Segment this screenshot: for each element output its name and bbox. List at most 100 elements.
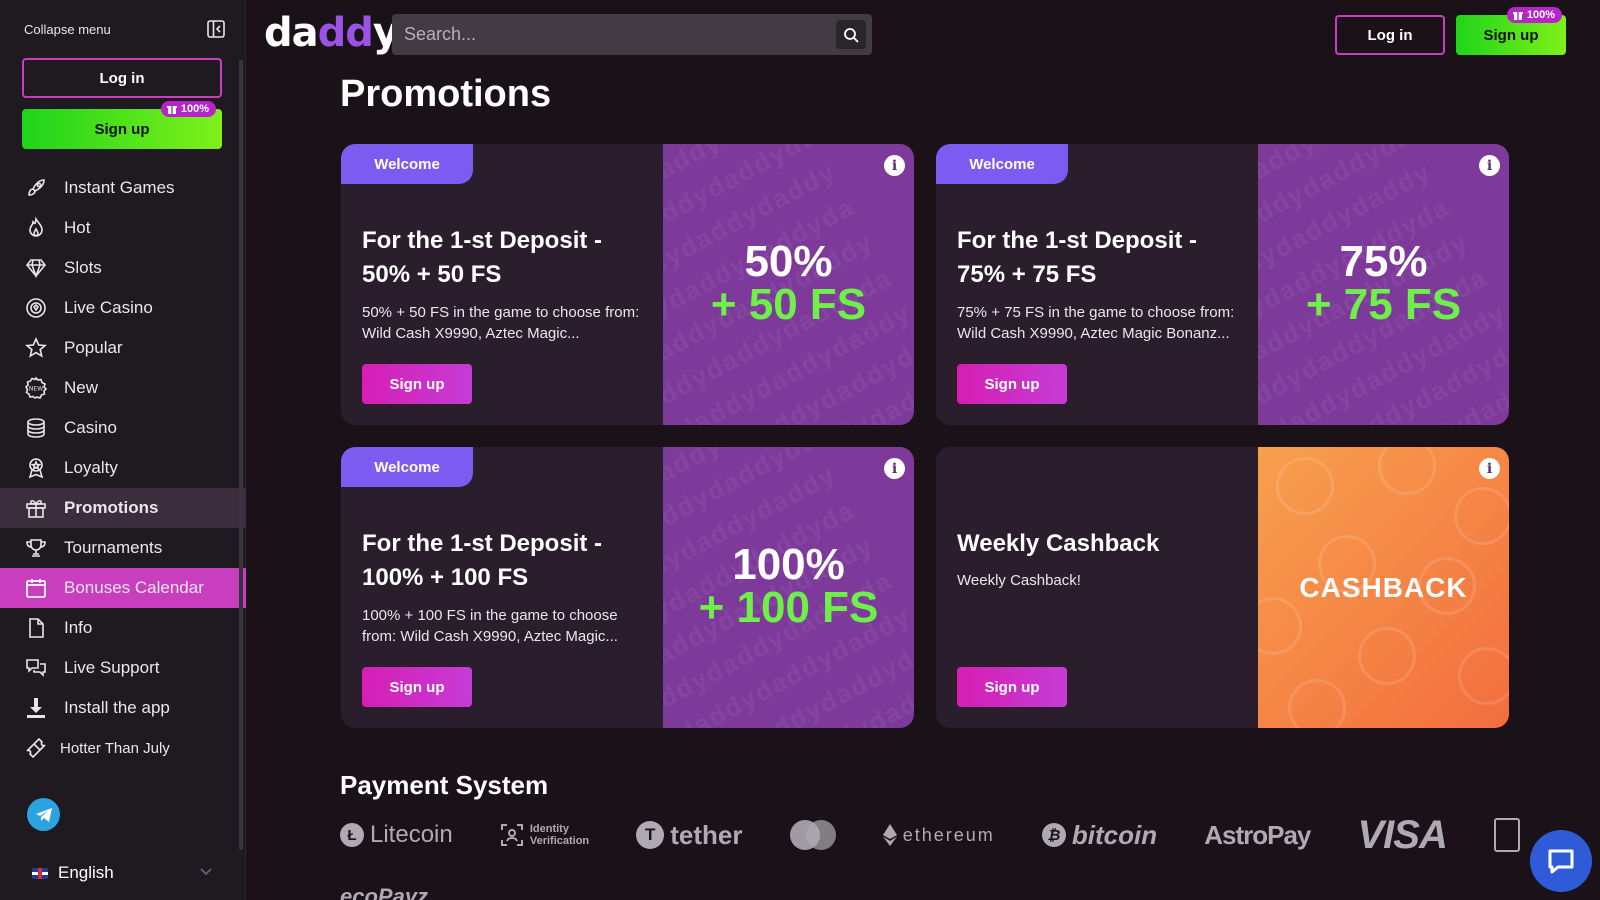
sidebar-item-label: Slots: [64, 258, 102, 277]
cashback-label: CASHBACK: [1299, 571, 1468, 603]
identity-label-line2: Verification: [529, 835, 590, 847]
bitcoin-icon: ₿: [1041, 823, 1066, 847]
search-bar: [392, 14, 872, 55]
identity-label-line1: Identity: [529, 823, 569, 835]
promo-card: Welcome For the 1-st Deposit - 75% + 75 …: [936, 144, 1509, 425]
info-icon[interactable]: i: [884, 458, 905, 479]
info-icon[interactable]: i: [1479, 155, 1500, 176]
promo-art-percent: 50%: [744, 236, 833, 286]
sidebar-item-loyalty[interactable]: Loyalty: [0, 448, 246, 488]
collapse-menu-toggle[interactable]: Collapse menu: [24, 18, 226, 40]
sidebar-item-tournaments[interactable]: Tournaments: [0, 528, 246, 568]
sidebar-item-hot[interactable]: Hot: [0, 208, 246, 248]
sidebar-signup-button[interactable]: Sign up 100%: [22, 101, 222, 149]
sidebar-item-label: Hot: [64, 218, 91, 237]
info-icon[interactable]: i: [884, 155, 905, 176]
sidebar-item-hotter-than-july[interactable]: Hotter Than July: [0, 728, 246, 768]
cashback-art: CASHBACK: [1258, 447, 1509, 728]
sidebar-item-label: Popular: [64, 338, 123, 357]
promo-signup-button[interactable]: Sign up: [957, 364, 1067, 404]
telegram-icon[interactable]: [27, 798, 60, 831]
header-signup-label: Sign up: [1483, 26, 1539, 44]
coins-icon: [27, 418, 45, 438]
search-button[interactable]: [836, 20, 866, 49]
identity-label: Identity Verification: [530, 823, 589, 847]
live-chat-button[interactable]: [1530, 830, 1592, 892]
welcome-tag: Welcome: [341, 144, 473, 184]
svg-text:NEW: NEW: [29, 386, 43, 393]
gift-icon: [166, 106, 177, 114]
litecoin-label: Litecoin: [370, 821, 453, 848]
uk-flag-icon: [32, 867, 48, 879]
ethereum-logo: ethereum: [882, 824, 995, 846]
sidebar-item-info[interactable]: Info: [0, 608, 246, 648]
promo-art-freespins: + 75 FS: [1305, 279, 1462, 329]
sidebar-item-casino[interactable]: Casino: [0, 408, 246, 448]
promo-signup-button[interactable]: Sign up: [362, 667, 472, 707]
daddy-logo[interactable]: daddy: [264, 10, 399, 56]
info-icon[interactable]: i: [1479, 458, 1500, 479]
rocket-icon: [28, 179, 45, 196]
mastercard-logo: [789, 820, 836, 850]
sidebar-item-label: Live Support: [64, 658, 160, 677]
sidebar-item-label: Promotions: [64, 498, 159, 517]
promo-title: For the 1-st Deposit - 100% + 100 FS: [362, 530, 603, 591]
sidebar-item-label: Loyalty: [64, 458, 118, 477]
language-selector[interactable]: English: [32, 862, 212, 884]
sidebar-item-live-casino[interactable]: Live Casino: [0, 288, 246, 328]
promo-art: daddydaddydaddy ddydaddydaddyda daddydaddy…: [663, 447, 914, 728]
tether-logo: T tether: [636, 820, 743, 851]
chat-icon: [1548, 849, 1574, 874]
payment-section-title: Payment System: [340, 770, 549, 800]
promo-title: For the 1-st Deposit - 50% + 50 FS: [362, 227, 603, 288]
litecoin-icon: Ł: [340, 823, 364, 847]
sidebar-item-install-app[interactable]: Install the app: [0, 688, 246, 728]
sidebar-item-slots[interactable]: Slots: [0, 248, 246, 288]
download-icon: [27, 698, 45, 718]
chat-bubbles-icon: [26, 659, 46, 677]
page-title: Promotions: [340, 73, 552, 115]
identity-verification-logo: Identity Verification: [500, 823, 589, 847]
promo-art: daddydaddydaddy ddydaddydaddyda daddydaddy…: [663, 144, 914, 425]
sidebar-item-bonuses-calendar[interactable]: Bonuses Calendar: [0, 568, 246, 608]
bonus-badge-text: 100%: [1526, 9, 1555, 21]
gift-icon: [26, 500, 46, 518]
sidebar-scrollbar[interactable]: [239, 60, 243, 850]
collapse-sidebar-icon: [206, 19, 226, 39]
visa-logo: VISA: [1357, 813, 1447, 858]
ecopayz-logo: ecoPayz: [340, 884, 429, 900]
sidebar-signup-label: Sign up: [94, 120, 150, 138]
sidebar-login-button[interactable]: Log in: [22, 58, 222, 98]
promo-card: Welcome For the 1-st Deposit - 100% + 10…: [341, 447, 914, 728]
astropay-logo: AstroPay: [1204, 819, 1311, 851]
promo-description: 75% + 75 FS in the game to choose from: …: [957, 304, 1235, 342]
sidebar-item-promotions[interactable]: Promotions: [0, 488, 246, 528]
promo-art: daddydaddydaddy ddydaddydaddyda daddydaddy…: [1258, 144, 1509, 425]
live-chip-icon: [26, 298, 46, 318]
sidebar-item-label: Install the app: [64, 698, 170, 717]
sidebar-item-instant-games[interactable]: Instant Games: [0, 168, 246, 208]
header-login-button[interactable]: Log in: [1335, 15, 1445, 55]
sidebar-item-live-support[interactable]: Live Support: [0, 648, 246, 688]
promo-signup-button[interactable]: Sign up: [362, 364, 472, 404]
sidebar-item-popular[interactable]: Popular: [0, 328, 246, 368]
gift-icon: [1512, 12, 1523, 20]
sidebar-item-label: Info: [64, 618, 93, 637]
sidebar-item-label: Instant Games: [64, 178, 175, 197]
payment-logos: Ł Litecoin Identity Verification T tethe…: [340, 813, 1520, 858]
sidebar: Collapse menu Log in Sign up 100% Instan…: [0, 0, 246, 900]
promo-description: 100% + 100 FS in the game to choose from…: [362, 607, 618, 645]
astropay-label: AstroPay: [1204, 819, 1311, 850]
header-signup-button[interactable]: Sign up 100%: [1456, 7, 1566, 55]
promo-art-percent: 75%: [1339, 236, 1428, 286]
flame-icon: [29, 216, 43, 237]
medal-icon: [28, 458, 44, 479]
bonus-badge: 100%: [1506, 7, 1562, 23]
chevron-down-icon: [200, 868, 212, 876]
promo-signup-button[interactable]: Sign up: [957, 667, 1067, 707]
search-input[interactable]: [404, 14, 804, 55]
sidebar-item-label: Tournaments: [64, 538, 163, 557]
search-icon: [844, 27, 859, 43]
sidebar-item-new[interactable]: NEW New: [0, 368, 246, 408]
calendar-icon: [26, 579, 46, 598]
